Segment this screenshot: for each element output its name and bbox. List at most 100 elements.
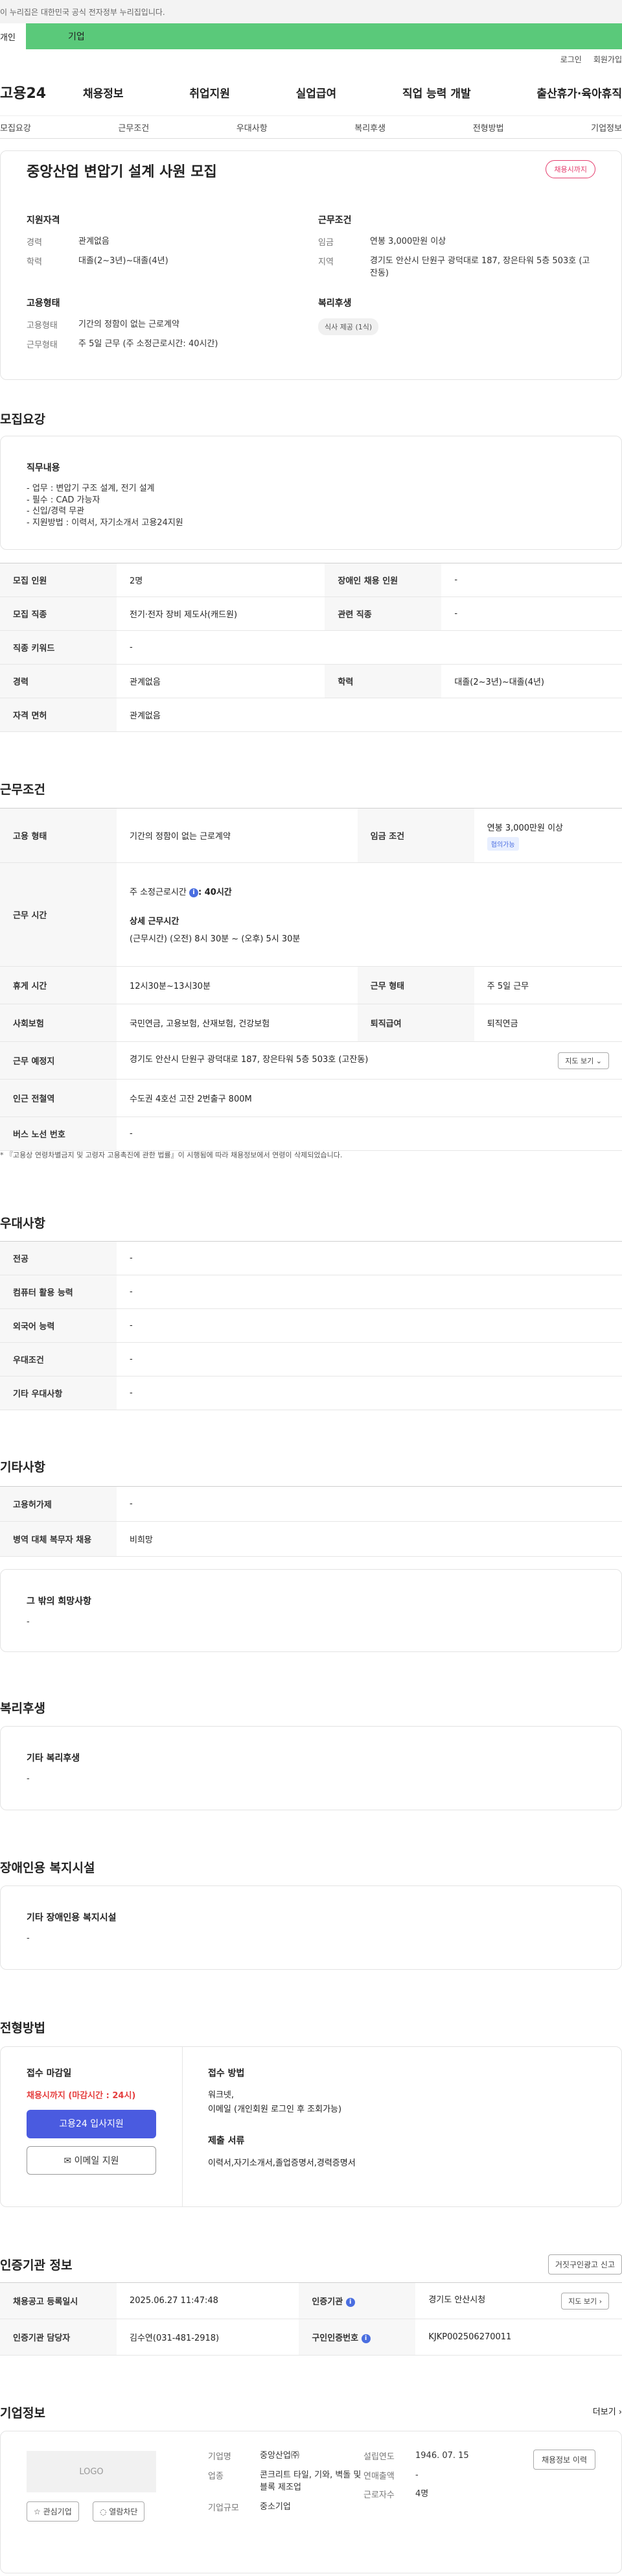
hours-main-value: : 40시간 <box>198 888 232 897</box>
favorite-company-button[interactable]: ☆ 관심기업 <box>27 2501 79 2522</box>
gnb-item-jobs[interactable]: 채용정보 <box>83 84 124 100</box>
apply-button[interactable]: 고용24 입사지원 <box>27 2110 156 2138</box>
table-row: 인증기관 담당자 김수연(031-481-2918) 구인인증번호 i KJKP… <box>0 2319 622 2356</box>
tab-company[interactable]: 기업정보 <box>591 121 622 134</box>
table-row: 컴퓨터 활용 능력 - <box>0 1275 622 1309</box>
gnb-item-unemployment[interactable]: 실업급여 <box>296 84 337 100</box>
cell-value: 퇴직연금 <box>474 1004 622 1042</box>
qual-label: 학력 <box>27 257 42 267</box>
company-label: 업종 <box>208 2471 224 2481</box>
map-view-button[interactable]: 지도 보기 ⌄ <box>558 1052 609 1069</box>
tab-preference[interactable]: 우대사항 <box>236 121 268 134</box>
welfare-summary-title: 복리후생 <box>318 298 352 309</box>
cell-value: 12시30분~13시30분 <box>117 966 358 1004</box>
company-heading: 기업정보 <box>0 2406 45 2420</box>
cell-value: KJKP002506270011 <box>415 2319 622 2356</box>
cert-label-cell: 구인인증번호 i <box>299 2319 416 2356</box>
company-label: 기업명 <box>208 2452 231 2462</box>
employment-block: 고용형태 고용형태 기간의 정함이 없는 근로계약 근무형태 주 5일 근무 (주 … <box>27 296 299 357</box>
cell-label: 관련 직종 <box>325 597 442 631</box>
table-row: 모집 직종 전기·전자 장비 제도사(캐드원) 관련 직종 - <box>0 597 622 631</box>
recruit-heading: 모집요강 <box>0 412 45 427</box>
cell-value: 2025.06.27 11:47:48 <box>117 2282 299 2319</box>
table-row: 병역 대체 복무자 채용 비희망 <box>0 1521 622 1557</box>
disability-heading: 장애인용 복지시설 <box>0 1861 95 1875</box>
gnb-item-leave[interactable]: 출산휴가·육아휴직 <box>536 84 622 100</box>
cell-value: - <box>117 1275 622 1309</box>
mode-company-tab[interactable]: 기업 <box>26 23 622 49</box>
cell-value: - <box>117 1376 622 1410</box>
job-summary-card: 중앙산업 변압기 설계 사원 모집 채용시까지 지원자격 경력 관계없음 학력 대졸… <box>0 150 622 380</box>
cell-value: 관계없음 <box>117 664 325 698</box>
duty-line: - 지원방법 : 이력서, 자기소개서 고용24지원 <box>27 517 183 528</box>
company-box: LOGO ☆ 관심기업 ◌ 열람차단 기업명 중앙산업㈜ 업종 콘크리트 타일, 기… <box>0 2431 622 2573</box>
method-block: 접수 방법 워크넷, 이메일 (개인회원 로그인 후 조회가능) 제출 서류 이… <box>208 2066 571 2168</box>
work-summary-block: 근무조건 임금 연봉 3,000만원 이상 지역 경기도 안산시 단원구 광덕대로 … <box>318 213 597 287</box>
email-apply-button[interactable]: ✉ 이메일 지원 <box>27 2146 156 2175</box>
table-row: 채용공고 등록일시 2025.06.27 11:47:48 인증기관 i 경기도… <box>0 2282 622 2319</box>
gov-banner: 이 누리집은 대한민국 공식 전자정부 누리집입니다. <box>0 0 622 23</box>
disability-box: 기타 장애인용 복지시설 - <box>0 1885 622 1970</box>
table-row: 근무 시간 주 소정근로시간 i: 40시간 상세 근무시간 (근무시간) (오… <box>0 862 622 967</box>
info-icon[interactable]: i <box>189 888 198 897</box>
welfare-box-value: - <box>27 1774 30 1784</box>
qual-label: 경력 <box>27 238 42 248</box>
company-more-link[interactable]: 더보기 › <box>593 2405 622 2417</box>
deadline-block: 접수 마감일 채용시까지 (마감시간 : 24시) 고용24 입사지원 ✉ 이메… <box>27 2066 156 2175</box>
company-label: 설립연도 <box>363 2452 395 2462</box>
hours-detail-value: (근무시간) (오전) 8시 30분 ~ (오후) 5시 30분 <box>130 934 301 944</box>
info-icon[interactable]: i <box>361 2334 371 2343</box>
agency-value-cell: 경기도 안산시청 지도 보기 › <box>415 2282 622 2319</box>
welfare-box-title: 기타 복리후생 <box>27 1753 80 1764</box>
cell-value: - <box>441 597 622 631</box>
gnb-item-training[interactable]: 직업 능력 개발 <box>402 84 471 100</box>
company-value: 콘크리트 타일, 기와, 벽돌 및 블록 제조업 <box>260 2470 362 2493</box>
work-table: 고용 형태 기간의 정함이 없는 근로계약 임금 조건 연봉 3,000만원 이… <box>0 808 622 1151</box>
welfare-summary-block: 복리후생 식사 제공 (1식) <box>318 296 379 335</box>
cell-value: - <box>117 1241 622 1275</box>
tab-process[interactable]: 전형방법 <box>473 121 504 134</box>
job-history-button[interactable]: 채용정보 이력 <box>533 2450 595 2470</box>
tab-recruit[interactable]: 모집요강 <box>0 121 31 134</box>
mode-individual-tab[interactable]: 개인 <box>0 23 26 49</box>
company-value: 1946. 07. 15 <box>415 2451 469 2461</box>
cell-label: 휴게 시간 <box>0 966 117 1004</box>
emp-value: 주 5일 근무 (주 소정근로시간: 40시간) <box>78 338 218 349</box>
mode-switch: 개인 기업 <box>0 23 622 49</box>
cell-label: 사회보험 <box>0 1004 117 1042</box>
table-row: 모집 인원 2명 장애인 채용 인원 - <box>0 563 622 597</box>
cell-label: 학력 <box>325 664 442 698</box>
welfare-chip: 식사 제공 (1식) <box>318 318 379 335</box>
utility-links: 로그인 회원가입 <box>0 49 622 69</box>
table-row: 외국어 능력 - <box>0 1308 622 1343</box>
table-row: 직종 키워드 - <box>0 630 622 665</box>
tab-work[interactable]: 근무조건 <box>118 121 149 134</box>
qual-value: 대졸(2~3년)~대졸(4년) <box>78 255 168 266</box>
location-cell: 경기도 안산시 단원구 광덕대로 187, 장은타워 5층 503호 (고잔동)… <box>117 1041 622 1080</box>
company-info-left: 기업명 중앙산업㈜ 업종 콘크리트 타일, 기와, 벽돌 및 블록 제조업 기업규모… <box>208 2450 363 2520</box>
cell-value: 주 5일 근무 <box>474 966 622 1004</box>
section-tabs: 모집요강 근무조건 우대사항 복리후생 전형방법 기업정보 <box>0 115 622 139</box>
agency-map-button[interactable]: 지도 보기 › <box>561 2292 609 2310</box>
mode-individual-label: 개인 <box>0 32 16 43</box>
info-icon[interactable]: i <box>345 2297 355 2307</box>
cell-label: 채용공고 등록일시 <box>0 2282 117 2319</box>
table-row: 우대조건 - <box>0 1342 622 1377</box>
company-info-right: 설립연도 1946. 07. 15 연매출액 - 근로자수 4명 <box>363 2450 493 2507</box>
cell-label: 퇴직급여 <box>357 1004 474 1042</box>
emp-label: 고용형태 <box>27 321 58 331</box>
login-link[interactable]: 로그인 <box>560 54 582 65</box>
company-label: 연매출액 <box>363 2471 395 2481</box>
gnb-item-support[interactable]: 취업지원 <box>189 84 230 100</box>
hours-cell: 주 소정근로시간 i: 40시간 상세 근무시간 (근무시간) (오전) 8시 … <box>117 862 622 967</box>
etc-wish-title: 그 밖의 희망사항 <box>27 1596 91 1607</box>
join-link[interactable]: 회원가입 <box>593 54 622 65</box>
report-false-ad-button[interactable]: 거짓구인광고 신고 <box>547 2254 622 2275</box>
cell-label: 근무 예정지 <box>0 1041 117 1080</box>
tab-welfare[interactable]: 복리후생 <box>354 121 386 134</box>
recruit-table: 모집 인원 2명 장애인 채용 인원 - 모집 직종 전기·전자 장비 제도사(… <box>0 563 622 732</box>
site-logo[interactable]: 고용24 <box>0 82 83 102</box>
company-label: 근로자수 <box>363 2490 395 2500</box>
cell-label: 모집 인원 <box>0 563 117 597</box>
block-company-button[interactable]: ◌ 열람차단 <box>93 2501 145 2522</box>
